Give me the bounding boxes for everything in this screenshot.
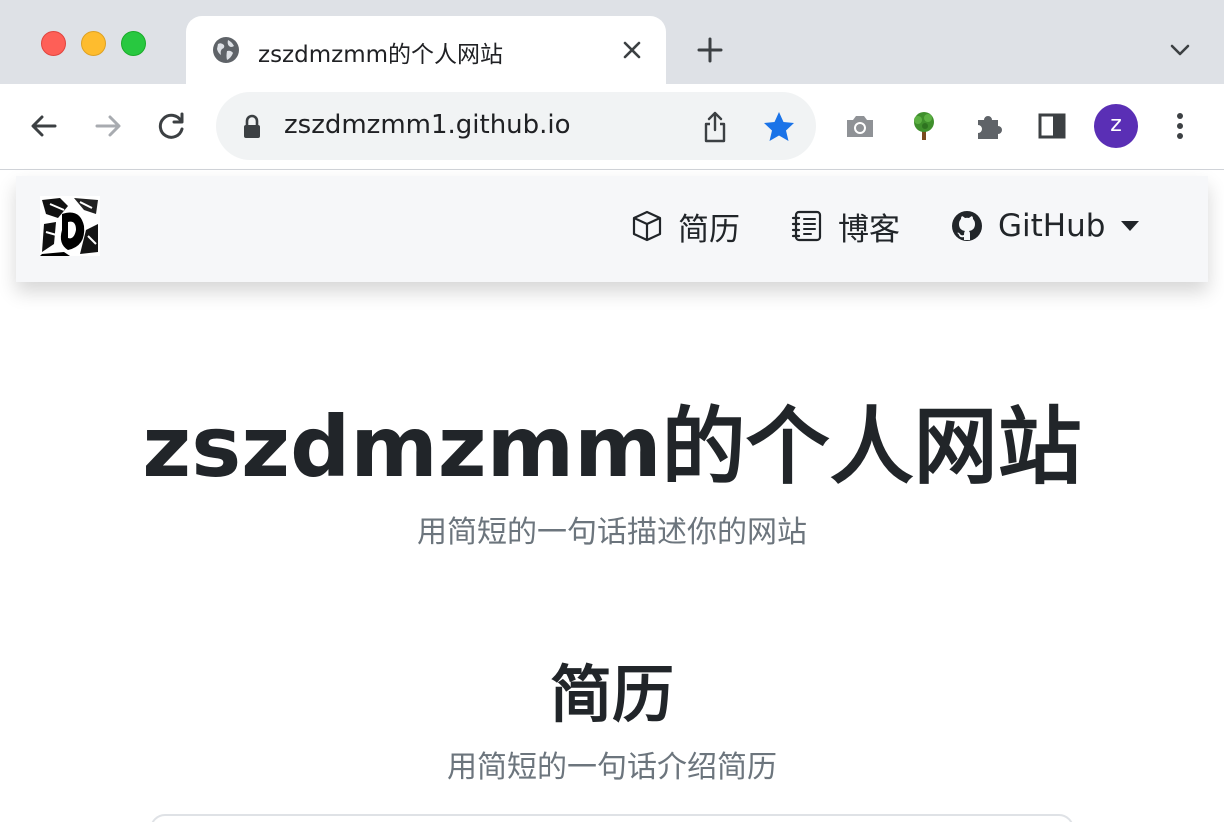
- new-tab-icon[interactable]: [694, 34, 726, 66]
- site-navbar: 简历 博客 GitHub: [16, 176, 1208, 282]
- back-button[interactable]: [26, 108, 62, 144]
- minimize-window-button[interactable]: [81, 31, 106, 56]
- browser-window: zszdmzmm的个人网站 zszdmzmm1.github.io z 简历 博…: [0, 0, 1224, 822]
- resume-section-title: 简历: [549, 658, 674, 731]
- browser-tab[interactable]: zszdmzmm的个人网站: [186, 16, 666, 84]
- url-text[interactable]: zszdmzmm1.github.io: [284, 110, 571, 140]
- more-vertical-icon: [1177, 113, 1183, 139]
- hero-title: zszdmzmm的个人网站: [142, 398, 1082, 496]
- tree-icon: [914, 112, 934, 140]
- hero-subtitle: 用简短的一句话描述你的网站: [417, 515, 807, 550]
- address-bar[interactable]: zszdmzmm1.github.io: [216, 92, 816, 160]
- maximize-window-button[interactable]: [121, 31, 146, 56]
- reload-icon: [158, 112, 184, 139]
- browser-toolbar: zszdmzmm1.github.io z: [0, 84, 1224, 170]
- box-icon: [632, 210, 662, 242]
- github-icon: [952, 211, 982, 241]
- nav-resume-label: 简历: [678, 211, 740, 248]
- tree-extension-button[interactable]: [906, 108, 942, 144]
- reload-button[interactable]: [154, 108, 190, 144]
- nav-item-github-dropdown[interactable]: GitHub: [950, 206, 1140, 246]
- back-arrow-icon: [31, 115, 57, 137]
- extensions-button[interactable]: [970, 108, 1006, 144]
- dropdown-caret-icon: [1121, 221, 1140, 231]
- site-logo[interactable]: [40, 196, 100, 256]
- side-panel-icon: [1038, 113, 1066, 139]
- lock-icon[interactable]: [242, 114, 262, 140]
- close-window-button[interactable]: [41, 31, 66, 56]
- resume-section-subtitle: 用简短的一句话介绍简历: [447, 750, 777, 785]
- forward-button[interactable]: [90, 108, 126, 144]
- browser-menu-button[interactable]: [1162, 108, 1198, 144]
- tab-strip: zszdmzmm的个人网站: [0, 0, 1224, 84]
- profile-avatar[interactable]: z: [1094, 104, 1138, 148]
- camera-icon: [847, 116, 873, 137]
- web-page: 简历 博客 GitHub zszdmzmm的个人网站 用简短的一句话描述你的网站…: [0, 170, 1224, 822]
- tab-search-chevron-icon[interactable]: [1166, 38, 1194, 62]
- journal-icon: [791, 210, 822, 242]
- puzzle-icon: [978, 116, 1002, 139]
- close-tab-icon[interactable]: [620, 38, 644, 62]
- tab-title: zszdmzmm的个人网站: [258, 42, 504, 68]
- side-panel-button[interactable]: [1034, 108, 1070, 144]
- bookmark-star-icon[interactable]: [762, 110, 796, 144]
- screenshot-extension-button[interactable]: [842, 108, 878, 144]
- nav-item-blog[interactable]: 博客: [790, 206, 900, 248]
- nav-blog-label: 博客: [838, 211, 900, 248]
- forward-arrow-icon: [95, 115, 121, 137]
- share-icon[interactable]: [700, 110, 730, 144]
- nav-github-label: GitHub: [998, 208, 1106, 244]
- globe-icon: [213, 37, 239, 63]
- resume-card: [150, 814, 1074, 822]
- nav-item-resume[interactable]: 简历: [630, 206, 740, 248]
